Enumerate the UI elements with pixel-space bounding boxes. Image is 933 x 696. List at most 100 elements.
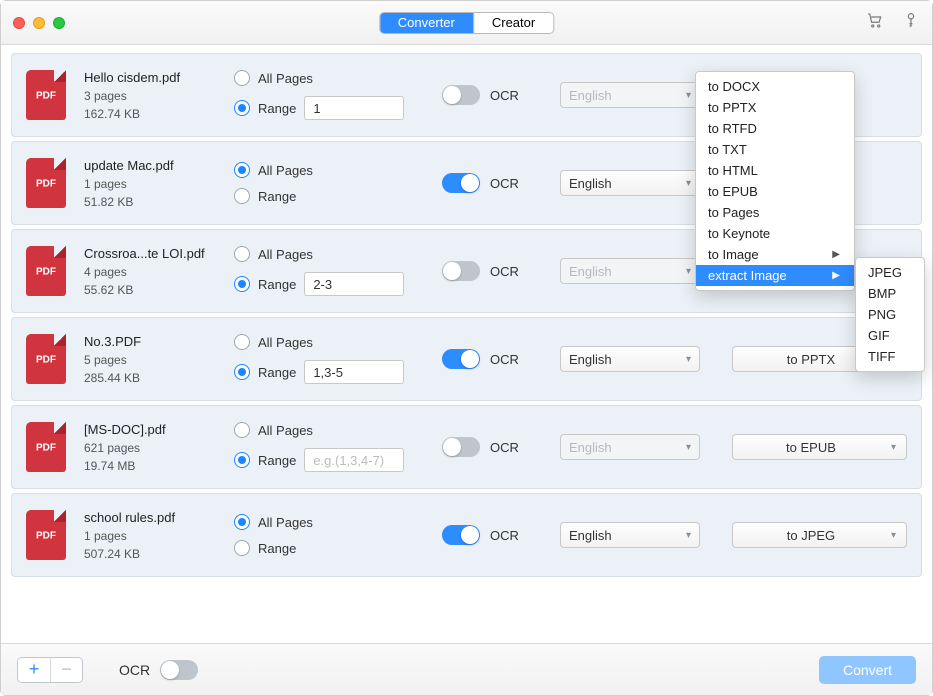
format-menu-item[interactable]: to HTML [696, 160, 854, 181]
file-pages: 5 pages [84, 353, 216, 367]
all-pages-label: All Pages [258, 423, 313, 438]
all-pages-radio[interactable] [234, 422, 250, 438]
range-radio[interactable] [234, 452, 250, 468]
format-menu-item[interactable]: to Image [696, 244, 854, 265]
range-radio[interactable] [234, 100, 250, 116]
format-menu-item[interactable]: to PPTX [696, 97, 854, 118]
all-pages-radio[interactable] [234, 70, 250, 86]
format-menu-item[interactable]: to EPUB [696, 181, 854, 202]
remove-file-button[interactable]: − [50, 658, 82, 682]
language-select[interactable]: English ▾ [560, 434, 700, 460]
page-range-group: All PagesRange [234, 246, 424, 296]
all-pages-label: All Pages [258, 515, 313, 530]
format-submenu-item[interactable]: GIF [856, 325, 924, 346]
ocr-toggle[interactable] [442, 437, 480, 457]
format-submenu-item[interactable]: JPEG [856, 262, 924, 283]
format-menu-item[interactable]: to RTFD [696, 118, 854, 139]
page-range-group: All PagesRange [234, 70, 424, 120]
file-name: school rules.pdf [84, 510, 216, 525]
format-menu-item[interactable]: to Keynote [696, 223, 854, 244]
format-select[interactable]: to JPEG▾ [732, 522, 907, 548]
language-value: English [569, 440, 612, 455]
format-submenu-item[interactable]: PNG [856, 304, 924, 325]
language-select[interactable]: English▾ [560, 522, 700, 548]
file-size: 162.74 KB [84, 107, 216, 121]
range-input[interactable] [304, 448, 404, 472]
range-radio[interactable] [234, 188, 250, 204]
format-menu-item[interactable]: to Pages [696, 202, 854, 223]
file-pages: 1 pages [84, 529, 216, 543]
tab-creator[interactable]: Creator [473, 13, 553, 33]
global-ocr-toggle[interactable] [160, 660, 198, 680]
add-file-button[interactable]: + [18, 658, 50, 682]
chevron-down-icon: ▾ [686, 266, 691, 277]
all-pages-label: All Pages [258, 71, 313, 86]
file-info: Hello cisdem.pdf3 pages162.74 KB [84, 70, 216, 121]
language-select[interactable]: English▾ [560, 82, 700, 108]
ocr-toggle[interactable] [442, 261, 480, 281]
tab-converter[interactable]: Converter [380, 13, 473, 33]
pdf-file-icon: PDF [26, 510, 66, 560]
chevron-down-icon: ▾ [686, 442, 691, 453]
close-window-button[interactable] [13, 17, 25, 29]
ocr-toggle[interactable] [442, 173, 480, 193]
range-input[interactable] [304, 360, 404, 384]
pdf-file-icon: PDF [26, 158, 66, 208]
ocr-group: OCR [442, 261, 542, 281]
format-submenu-item[interactable]: BMP [856, 283, 924, 304]
chevron-down-icon: ▾ [891, 442, 896, 453]
ocr-label: OCR [490, 264, 519, 279]
pdf-file-icon: PDF [26, 422, 66, 472]
file-name: Crossroa...te LOI.pdf [84, 246, 216, 261]
all-pages-radio[interactable] [234, 246, 250, 262]
format-select[interactable]: to EPUB▾ [732, 434, 907, 460]
range-input[interactable] [304, 96, 404, 120]
chevron-down-icon: ▾ [686, 178, 691, 189]
ocr-group: OCR [442, 85, 542, 105]
file-name: Hello cisdem.pdf [84, 70, 216, 85]
page-range-group: All PagesRange [234, 334, 424, 384]
format-dropdown-menu: to DOCXto PPTXto RTFDto TXTto HTMLto EPU… [695, 71, 855, 291]
format-menu-item[interactable]: to TXT [696, 139, 854, 160]
ocr-toggle[interactable] [442, 85, 480, 105]
key-icon[interactable] [902, 11, 920, 34]
cart-icon[interactable] [866, 11, 884, 34]
file-pages: 4 pages [84, 265, 216, 279]
range-label: Range [258, 189, 296, 204]
page-range-group: All PagesRange [234, 162, 424, 204]
all-pages-radio[interactable] [234, 334, 250, 350]
chevron-down-icon: ▾ [891, 530, 896, 541]
range-radio[interactable] [234, 276, 250, 292]
language-select[interactable]: English▾ [560, 170, 700, 196]
all-pages-radio[interactable] [234, 514, 250, 530]
minimize-window-button[interactable] [33, 17, 45, 29]
language-value: English [569, 528, 612, 543]
format-menu-item[interactable]: to DOCX [696, 76, 854, 97]
range-radio[interactable] [234, 540, 250, 556]
ocr-toggle[interactable] [442, 525, 480, 545]
range-label: Range [258, 365, 296, 380]
convert-button[interactable]: Convert [819, 656, 916, 684]
file-size: 19.74 MB [84, 459, 216, 473]
language-select[interactable]: English▾ [560, 346, 700, 372]
ocr-label: OCR [490, 352, 519, 367]
ocr-label: OCR [490, 528, 519, 543]
range-input[interactable] [304, 272, 404, 296]
file-info: school rules.pdf1 pages507.24 KB [84, 510, 216, 561]
ocr-label: OCR [490, 88, 519, 103]
ocr-group: OCR [442, 525, 542, 545]
language-value: English [569, 264, 612, 279]
zoom-window-button[interactable] [53, 17, 65, 29]
file-row: PDF[MS-DOC].pdf621 pages19.74 MBAll Page… [11, 405, 922, 489]
range-label: Range [258, 453, 296, 468]
format-menu-item[interactable]: extract Image [696, 265, 854, 286]
format-submenu-item[interactable]: TIFF [856, 346, 924, 367]
file-pages: 621 pages [84, 441, 216, 455]
range-radio[interactable] [234, 364, 250, 380]
all-pages-label: All Pages [258, 247, 313, 262]
all-pages-radio[interactable] [234, 162, 250, 178]
ocr-toggle[interactable] [442, 349, 480, 369]
chevron-down-icon: ▾ [686, 354, 691, 365]
language-select[interactable]: English ▾ [560, 258, 700, 284]
page-range-group: All Pages Range [234, 422, 424, 472]
